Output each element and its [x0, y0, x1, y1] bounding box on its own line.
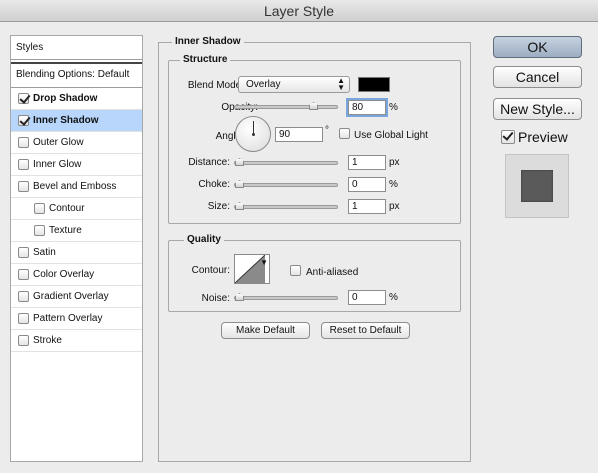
- preview-label: Preview: [518, 129, 568, 145]
- style-item[interactable]: Bevel and Emboss: [11, 176, 142, 198]
- distance-label: Distance:: [188, 157, 230, 168]
- style-item-label: Stroke: [33, 335, 62, 346]
- style-item[interactable]: Drop Shadow: [11, 88, 142, 110]
- style-item-label: Gradient Overlay: [33, 291, 109, 302]
- preview-thumbnail: [505, 154, 569, 218]
- distance-input[interactable]: 1: [348, 155, 386, 170]
- style-item-label: Satin: [33, 247, 56, 258]
- size-label: Size:: [207, 201, 230, 212]
- angle-input[interactable]: 90: [275, 127, 323, 142]
- style-item-label: Drop Shadow: [33, 93, 98, 104]
- distance-slider[interactable]: [234, 158, 338, 166]
- style-item-checkbox[interactable]: [34, 203, 45, 214]
- shadow-color-swatch[interactable]: [358, 77, 390, 92]
- styles-list: Drop Shadow Inner Shadow Outer Glow Inner G…: [11, 88, 142, 352]
- styles-sidebar: Styles Blending Options: Default Drop Sh…: [10, 35, 143, 462]
- new-style-button[interactable]: New Style...: [493, 98, 582, 120]
- style-item-checkbox[interactable]: [18, 137, 29, 148]
- style-item-label: Pattern Overlay: [33, 313, 103, 324]
- style-item[interactable]: Outer Glow: [11, 132, 142, 154]
- choke-input[interactable]: 0: [348, 177, 386, 192]
- anti-aliased-checkbox[interactable]: [290, 265, 301, 276]
- style-item-label: Contour: [49, 203, 85, 214]
- opacity-slider[interactable]: [234, 102, 338, 110]
- angle-dial[interactable]: [235, 116, 271, 152]
- ok-button[interactable]: OK: [493, 36, 582, 58]
- preview-square: [521, 170, 553, 202]
- style-item[interactable]: Stroke: [11, 330, 142, 352]
- distance-unit: px: [389, 157, 400, 168]
- size-input[interactable]: 1: [348, 199, 386, 214]
- style-item-checkbox[interactable]: [34, 225, 45, 236]
- style-item-label: Outer Glow: [33, 137, 84, 148]
- cancel-button[interactable]: Cancel: [493, 66, 582, 88]
- contour-picker[interactable]: ▼: [234, 254, 270, 284]
- structure-title: Structure: [180, 54, 231, 66]
- style-item[interactable]: Pattern Overlay: [11, 308, 142, 330]
- style-item-label: Color Overlay: [33, 269, 95, 280]
- style-item-checkbox[interactable]: [18, 291, 29, 302]
- style-item-label: Texture: [49, 225, 82, 236]
- opacity-unit: %: [389, 102, 398, 113]
- noise-label: Noise:: [201, 293, 230, 304]
- choke-label: Choke:: [198, 179, 230, 190]
- styles-header[interactable]: Styles: [11, 36, 142, 60]
- noise-slider[interactable]: [234, 293, 338, 301]
- style-item-checkbox[interactable]: [18, 159, 29, 170]
- style-item-checkbox[interactable]: [18, 115, 29, 126]
- anti-aliased-label: Anti-aliased: [306, 267, 359, 278]
- make-default-button[interactable]: Make Default: [221, 322, 310, 339]
- layer-style-dialog: Styles Blending Options: Default Drop Sh…: [0, 22, 598, 473]
- blend-mode-select[interactable]: Overlay ▲ ▼: [238, 76, 350, 93]
- style-item[interactable]: Inner Shadow: [11, 110, 142, 132]
- style-item[interactable]: Inner Glow: [11, 154, 142, 176]
- style-item-label: Inner Shadow: [33, 115, 99, 126]
- style-item[interactable]: Contour: [11, 198, 142, 220]
- noise-input[interactable]: 0: [348, 290, 386, 305]
- inner-shadow-panel: Inner Shadow Structure Blend Mode: Overl…: [158, 36, 471, 462]
- blend-mode-label: Blend Mode:: [187, 80, 244, 91]
- style-item-checkbox[interactable]: [18, 335, 29, 346]
- use-global-light-label: Use Global Light: [354, 130, 428, 141]
- angle-center-dot: [252, 133, 255, 136]
- updown-arrows-icon: ▲ ▼: [337, 76, 345, 92]
- use-global-light-checkbox[interactable]: [339, 128, 350, 139]
- blend-mode-value: Overlay: [246, 79, 281, 90]
- window-title: Layer Style: [0, 0, 598, 22]
- angle-unit: °: [325, 125, 329, 136]
- style-item[interactable]: Texture: [11, 220, 142, 242]
- opacity-input[interactable]: 80: [346, 98, 388, 117]
- choke-slider[interactable]: [234, 180, 338, 188]
- panel-title: Inner Shadow: [172, 36, 244, 48]
- contour-label: Contour:: [191, 265, 230, 276]
- noise-unit: %: [389, 292, 398, 303]
- angle-label: Angle:: [215, 131, 244, 142]
- choke-unit: %: [389, 179, 398, 190]
- quality-title: Quality: [184, 234, 224, 246]
- style-item-label: Inner Glow: [33, 159, 82, 170]
- style-item-checkbox[interactable]: [18, 181, 29, 192]
- size-slider[interactable]: [234, 202, 338, 210]
- blending-options-item[interactable]: Blending Options: Default: [11, 62, 142, 88]
- style-item-checkbox[interactable]: [18, 247, 29, 258]
- reset-to-default-button[interactable]: Reset to Default: [321, 322, 410, 339]
- style-item[interactable]: Gradient Overlay: [11, 286, 142, 308]
- size-unit: px: [389, 201, 400, 212]
- preview-checkbox[interactable]: [501, 130, 515, 144]
- style-item-checkbox[interactable]: [18, 313, 29, 324]
- style-item-checkbox[interactable]: [18, 269, 29, 280]
- style-item-label: Bevel and Emboss: [33, 181, 117, 192]
- style-item[interactable]: Satin: [11, 242, 142, 264]
- style-item[interactable]: Color Overlay: [11, 264, 142, 286]
- style-item-checkbox[interactable]: [18, 93, 29, 104]
- caret-down-icon: ▼: [260, 258, 268, 267]
